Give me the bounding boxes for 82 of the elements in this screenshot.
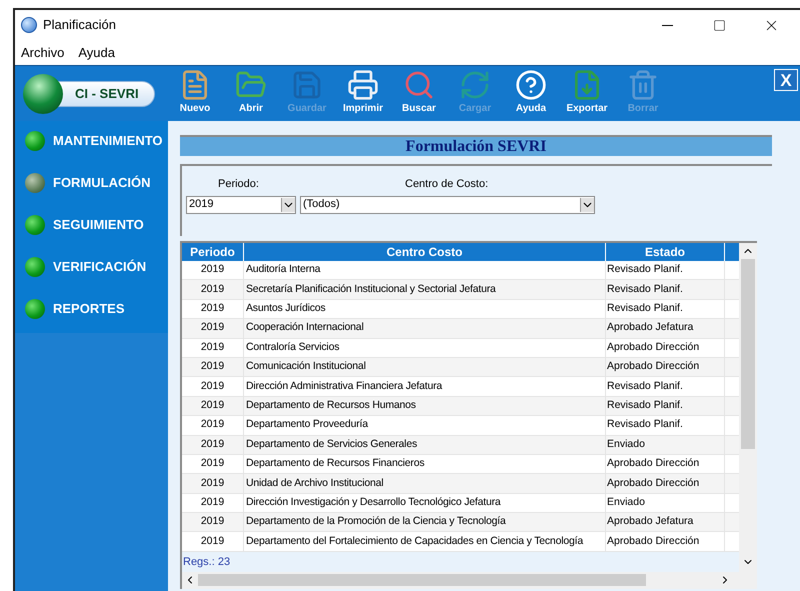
- scrollbar-thumb[interactable]: [741, 259, 755, 449]
- table-cell: 2019: [182, 513, 244, 532]
- period-dropdown[interactable]: 2019: [186, 196, 296, 214]
- sidebar-item[interactable]: REPORTES: [53, 299, 125, 319]
- table-cell: Aprobado Dirección: [606, 532, 725, 551]
- table-cell: Contraloría Servicios: [244, 338, 606, 357]
- table-cell: Asuntos Jurídicos: [244, 300, 606, 318]
- table-cell: 2019: [182, 358, 244, 376]
- table-cell: Unidad de Archivo Institucional: [244, 474, 606, 493]
- table-cell: Aprobado Jefatura: [606, 513, 725, 532]
- table-cell: Departamento de Recursos Humanos: [244, 396, 606, 416]
- table-cell: 2019: [182, 338, 244, 357]
- table-cell: 2019: [182, 280, 244, 299]
- close-panel-button[interactable]: X: [774, 69, 798, 91]
- minimize-icon: [662, 24, 672, 26]
- globe-icon: [21, 17, 37, 33]
- trash-bin-icon: [627, 69, 659, 101]
- maximize-icon: [712, 18, 726, 32]
- table-cell: Revisado Planif.: [606, 280, 725, 299]
- table-cell: Departamento de Servicios Generales: [244, 436, 606, 454]
- record-count: Regs.: 23: [183, 554, 230, 570]
- menu-item[interactable]: Ayuda: [78, 42, 115, 62]
- horizontal-scrollbar[interactable]: [182, 572, 757, 589]
- table-cell: 2019: [182, 454, 244, 474]
- table-cell: Enviado: [606, 436, 725, 454]
- table-cell: 2019: [182, 416, 244, 435]
- field-label: Centro de Costo:: [405, 177, 490, 192]
- table-cell: Revisado Planif.: [606, 396, 725, 416]
- toolbar-button[interactable]: Abrir: [229, 69, 273, 116]
- window-title: Planificación: [43, 16, 116, 34]
- table-cell: 2019: [182, 396, 244, 416]
- table-cell: 2019: [182, 532, 244, 551]
- table-cell: Revisado Planif.: [606, 300, 725, 318]
- table-cell: 2019: [182, 494, 244, 512]
- field-label: Periodo:: [218, 177, 260, 192]
- table-cell: Aprobado Jefatura: [606, 319, 725, 338]
- toolbar-button[interactable]: Ayuda: [509, 69, 553, 116]
- column-header[interactable]: Centro Costo: [244, 243, 606, 261]
- toolbar-button[interactable]: Exportar: [565, 69, 609, 116]
- table-cell: Dirección Investigación y Desarrollo Tecnológico Jefatura: [244, 494, 606, 512]
- cost-center-dropdown[interactable]: (Todos): [300, 196, 595, 214]
- table-cell: 2019: [182, 474, 244, 493]
- table-cell: 2019: [182, 300, 244, 318]
- table-cell: 2019: [182, 261, 244, 280]
- menu-item[interactable]: Archivo: [21, 42, 64, 62]
- toolbar-button[interactable]: Nuevo: [173, 69, 217, 116]
- table-cell: 2019: [182, 377, 244, 396]
- table-cell: Aprobado Dirección: [606, 358, 725, 376]
- table-cell: Enviado: [606, 494, 725, 512]
- table-cell: Departamento Proveeduría: [244, 416, 606, 435]
- panel-title: Formulación SEVRI: [406, 136, 546, 156]
- table-cell: Revisado Planif.: [606, 416, 725, 435]
- table-cell: Aprobado Dirección: [606, 454, 725, 474]
- table-cell: Revisado Planif.: [606, 377, 725, 396]
- question-mark-icon: [515, 69, 547, 101]
- sidebar-item[interactable]: VERIFICACIÓN: [53, 257, 146, 277]
- printer-icon: [347, 69, 379, 101]
- table-cell: Revisado Planif.: [606, 261, 725, 280]
- vertical-scrollbar[interactable]: [739, 243, 757, 572]
- refresh-arrows-icon: [459, 69, 491, 101]
- table-cell: Dirección Administrativa Financiera Jefatura: [244, 377, 606, 396]
- table-cell: 2019: [182, 319, 244, 338]
- toolbar-button[interactable]: Imprimir: [341, 69, 385, 116]
- sidebar-item[interactable]: MANTENIMIENTO: [53, 131, 163, 151]
- table-cell: Departamento de la Promoción de la Ciencia y Tecnología: [244, 513, 606, 532]
- table-cell: 2019: [182, 436, 244, 454]
- table-cell: Departamento del Fortalecimiento de Capacidades en Ciencia y Tecnología: [244, 532, 606, 551]
- table-cell: Auditoría Interna: [244, 261, 606, 280]
- scrollbar-thumb[interactable]: [198, 574, 646, 586]
- table-cell: Aprobado Dirección: [606, 474, 725, 493]
- sidebar-item[interactable]: SEGUIMIENTO: [53, 215, 144, 235]
- column-header[interactable]: Estado: [606, 243, 725, 261]
- table-cell: Comunicación Institucional: [244, 358, 606, 376]
- table-cell: Secretaría Planificación Institucional y Sectorial Jefatura: [244, 280, 606, 299]
- table-cell: Departamento de Recursos Financieros: [244, 454, 606, 474]
- magnifier-icon: [403, 69, 435, 101]
- table-cell: Aprobado Dirección: [606, 338, 725, 357]
- sidebar-item[interactable]: FORMULACIÓN: [53, 173, 150, 193]
- toolbar-button[interactable]: Buscar: [397, 69, 441, 116]
- logo-text: CI - SEVRI: [75, 84, 139, 103]
- column-header[interactable]: Periodo: [182, 243, 244, 261]
- table-cell: Cooperación Internacional: [244, 319, 606, 338]
